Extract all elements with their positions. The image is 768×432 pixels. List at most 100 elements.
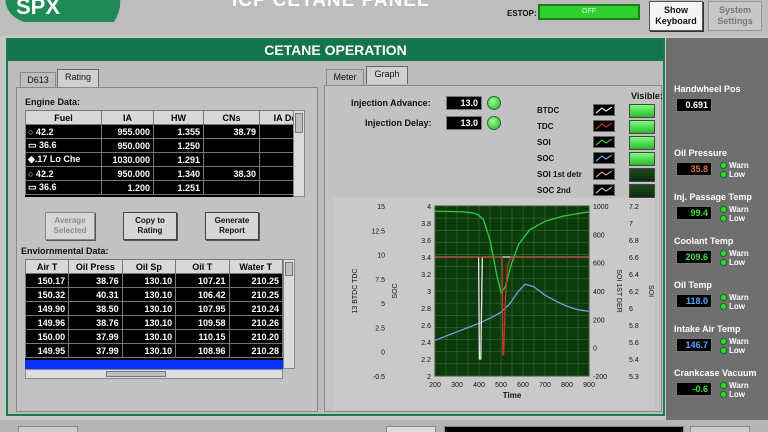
svg-text:SPX: SPX <box>16 0 60 19</box>
low-text: Low <box>729 214 745 223</box>
company-logo: SPX <box>5 0 121 22</box>
table-row[interactable]: ○ 42.2950.0001.34038.3013.0 <box>25 166 293 181</box>
engine-cell-cns: 38.30 <box>203 166 260 181</box>
env-cell: 110.15 <box>175 329 230 344</box>
env-table-hscroll[interactable] <box>25 369 283 379</box>
table-row[interactable]: 149.95 37.99 130.10 108.96 210.28 <box>25 343 283 358</box>
env-cell: 38.76 <box>68 315 123 330</box>
table-row[interactable]: 150.17 38.76 130.10 107.21 210.25 <box>25 273 283 288</box>
system-settings-button[interactable]: System Settings <box>708 1 762 31</box>
reading-value: 209.6 <box>676 250 712 264</box>
soc-tick-label: 3.2 <box>421 272 431 279</box>
tab-graph[interactable]: Graph <box>366 66 408 84</box>
visible-toggle[interactable] <box>629 104 655 118</box>
table-row[interactable]: ▭ 36.6950.0001.250 13.0 <box>25 138 293 153</box>
env-col-header[interactable]: Oil T <box>175 259 230 274</box>
selected-row-highlight[interactable] <box>25 360 283 369</box>
engine-cell-fuel: ◆.17 Lo Che <box>25 152 102 167</box>
legend-label: SOC 2nd <box>537 186 571 195</box>
engine-cell-iadev: 13.0 <box>259 152 293 167</box>
x-tick-label: 900 <box>583 382 595 389</box>
estop-indicator[interactable]: OFF <box>538 4 640 20</box>
x-tick-label: 500 <box>495 382 507 389</box>
engine-table-scrollbar[interactable] <box>293 110 305 197</box>
reading-value: 99.4 <box>676 206 712 220</box>
generate-report-button[interactable]: Generate Report <box>205 212 259 240</box>
low-indicator: Low <box>720 170 745 179</box>
copy-to-rating-button[interactable]: Copy to Rating <box>123 212 177 240</box>
environmental-data-table[interactable]: Air T Oil Press Oil Sp Oil T Water T 150.17 3… <box>25 259 283 369</box>
engine-col-header[interactable]: IA Dev <box>259 110 293 125</box>
table-row[interactable]: 149.96 38.76 130.10 109.58 210.26 <box>25 315 283 330</box>
readings-sidebar: Handwheel Pos 0.691 Oil Pressure 35.8 Warn… <box>666 38 768 432</box>
visible-toggle[interactable] <box>629 136 655 150</box>
bottom-button-right[interactable] <box>690 426 750 432</box>
bottom-button-left[interactable] <box>18 426 78 432</box>
scrollbar-thumb[interactable] <box>295 113 303 133</box>
table-row[interactable]: 150.00 37.99 130.10 110.15 210.20 <box>25 329 283 344</box>
table-row[interactable]: 150.32 40.31 130.10 106.42 210.25 <box>25 287 283 302</box>
env-cell: 107.21 <box>175 273 230 288</box>
tab-d613[interactable]: D613 <box>20 72 56 88</box>
env-col-header[interactable]: Air T <box>25 259 70 274</box>
warn-text: Warn <box>729 249 749 258</box>
engine-col-header[interactable]: CNs <box>203 110 260 125</box>
env-col-header[interactable]: Oil Sp <box>121 259 177 274</box>
engine-cell-fuel: ○ 42.2 <box>25 166 102 181</box>
engine-cell-ia: 1.200 <box>101 180 154 195</box>
engine-col-header[interactable]: HW <box>153 110 204 125</box>
bottom-button-mid[interactable] <box>386 426 436 432</box>
legend-label: SOI <box>537 138 551 147</box>
injection-advance-label: Injection Advance: <box>351 98 431 108</box>
env-cell: 38.76 <box>68 273 123 288</box>
warn-text: Warn <box>729 205 749 214</box>
engine-cell-cns <box>203 152 260 167</box>
table-row[interactable]: 149.90 38.50 130.10 107.95 210.24 <box>25 301 283 316</box>
reading-label: Oil Temp <box>674 280 712 290</box>
engine-col-header[interactable]: Fuel <box>25 110 102 125</box>
x-axis-label: Time <box>503 391 522 400</box>
visible-toggle[interactable] <box>629 168 655 182</box>
average-selected-button[interactable]: Average Selected <box>45 212 95 240</box>
engine-cell-hw: 1.251 <box>153 180 204 195</box>
env-table-vscroll[interactable] <box>283 259 295 369</box>
visible-toggle[interactable] <box>629 184 655 198</box>
env-col-header[interactable]: Water T <box>228 259 283 274</box>
legend-swatch <box>593 152 615 164</box>
soi-tick-label: 5.3 <box>629 374 639 381</box>
soi-tick-label: 6 <box>629 306 633 313</box>
x-tick-label: 600 <box>517 382 529 389</box>
env-cell: 130.10 <box>121 287 177 302</box>
engine-data-table[interactable]: FuelIAHWCNsIA Dev ○ 42.2955.0001.35538.7… <box>25 110 293 197</box>
env-cell: 210.25 <box>228 273 283 288</box>
env-cell: 37.99 <box>68 329 123 344</box>
soi-tick-label: 7 <box>629 221 633 228</box>
env-col-header[interactable]: Oil Press <box>68 259 123 274</box>
engine-chart[interactable]: 15 12.5 10 7.5 5 2.5 0 -0.5 4 3.8 3.6 3.4 3.2 3 2.8 2.6… <box>333 198 655 410</box>
warn-indicator: Warn <box>720 205 749 214</box>
btdc-tick-label: 5 <box>381 301 385 308</box>
btdc-axis-label: 13 BTDC TDC <box>352 269 359 314</box>
engine-cell-ia: 955.000 <box>101 124 154 139</box>
legend-label: SOI 1st detr <box>537 170 582 179</box>
scrollbar-thumb[interactable] <box>106 371 166 377</box>
visible-toggle[interactable] <box>629 120 655 134</box>
tab-rating[interactable]: Rating <box>57 69 99 87</box>
table-row[interactable]: ▭ 36.61.2001.251 13.1 <box>25 180 293 195</box>
scrollbar-thumb[interactable] <box>285 262 293 276</box>
show-keyboard-button[interactable]: Show Keyboard <box>649 1 703 31</box>
visible-toggle[interactable] <box>629 152 655 166</box>
env-cell: 210.28 <box>228 343 283 358</box>
legend-swatch <box>593 184 615 196</box>
soi-tick-label: 6.8 <box>629 238 639 245</box>
engine-col-header[interactable]: IA <box>101 110 154 125</box>
table-row[interactable]: ○ 42.2955.0001.35538.7913.0 <box>25 124 293 139</box>
env-cell: 130.10 <box>121 273 177 288</box>
table-row[interactable]: ◆.17 Lo Che1030.0001.291 13.0 <box>25 152 293 167</box>
low-text: Low <box>729 170 745 179</box>
tab-meter[interactable]: Meter <box>326 69 364 85</box>
handwheel-label: Handwheel Pos <box>674 84 741 94</box>
warn-indicator: Warn <box>720 337 749 346</box>
low-indicator: Low <box>720 258 745 267</box>
warn-text: Warn <box>729 293 749 302</box>
